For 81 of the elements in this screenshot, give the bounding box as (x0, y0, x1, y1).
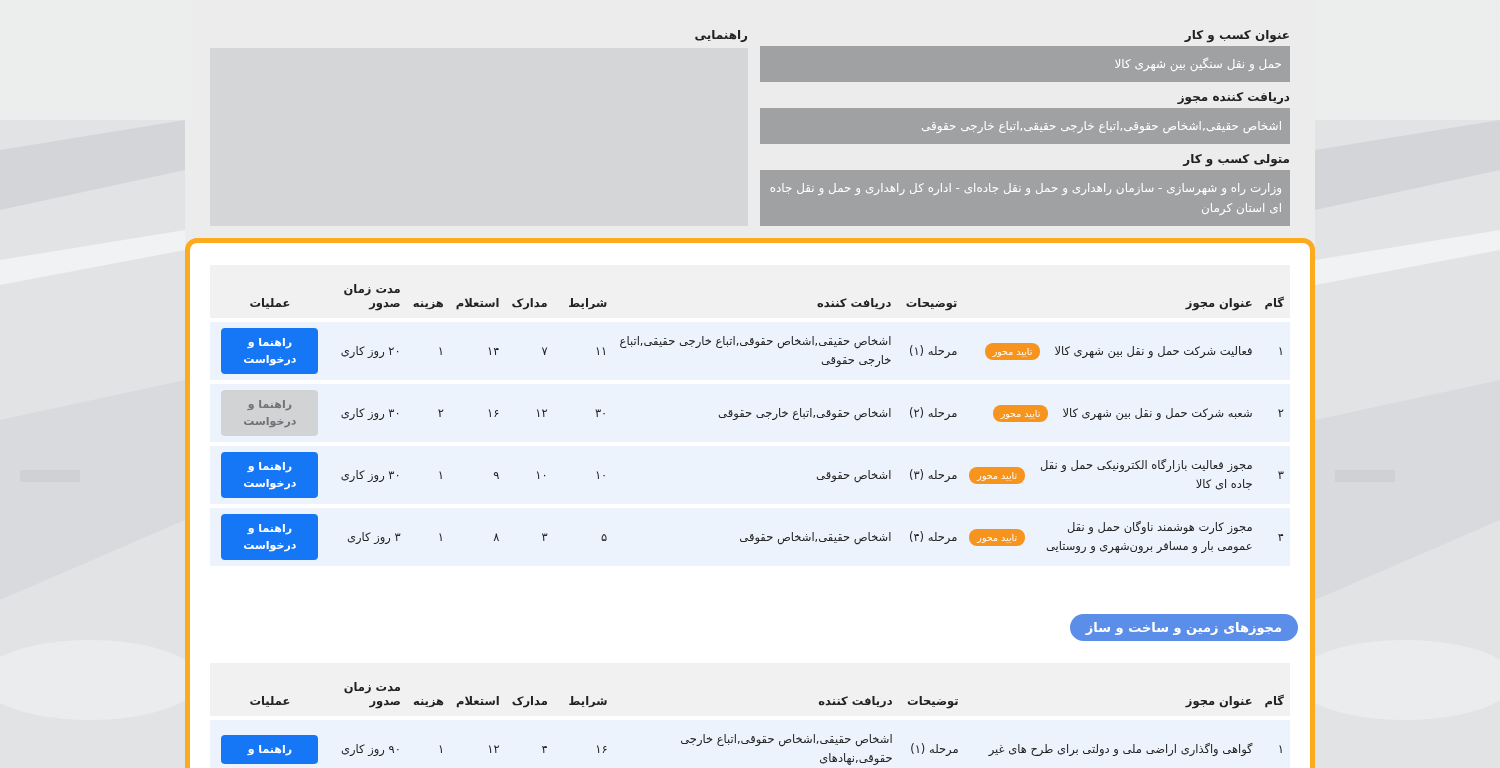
conditions-cell: ۱۰ (553, 446, 614, 504)
column-header: شرایط (553, 663, 614, 716)
step-cell: ۴ (1258, 508, 1290, 566)
conditions-cell: ۱۱ (553, 322, 614, 380)
step-cell: ۱ (1258, 720, 1290, 768)
description-cell: مرحله (۲) (897, 384, 964, 442)
recipient-cell: اشخاص حقیقی,اشخاص حقوقی,اتباع خارجی حقیقی,اتباع خارجی حقوقی (613, 322, 898, 380)
guide-request-button[interactable]: راهنما و درخواست (221, 452, 319, 498)
column-header: گام (1258, 265, 1290, 318)
inquiries-cell: ۱۴ (449, 322, 506, 380)
recipient-cell: اشخاص حقیقی,اشخاص حقوقی,اتباع خارجی حقوقی,نهادهای (613, 720, 899, 768)
field-label: دریافت کننده مجوز (1176, 89, 1290, 104)
cost-cell: ۱ (406, 720, 451, 768)
cost-cell: ۱ (406, 322, 450, 380)
column-header: مدت زمان صدور (329, 663, 407, 716)
approval-badge: تایید محور (969, 528, 1026, 546)
duration-cell: ۲۰ روز کاری (329, 322, 407, 380)
column-header: استعلام (449, 265, 506, 318)
column-header: عملیات (210, 265, 330, 318)
inquiries-cell: ۹ (449, 446, 506, 504)
guide-request-button[interactable]: راهنما و درخواست (221, 514, 319, 560)
cost-cell: ۱ (406, 508, 450, 566)
conditions-cell: ۳۰ (553, 384, 614, 442)
recipient-cell: اشخاص حقوقی (613, 446, 898, 504)
documents-cell: ۴ (505, 720, 554, 768)
license-title: مجوز فعالیت بازارگاه الکترونیکی حمل و نقل جاده ای کالا (1039, 457, 1253, 493)
column-header: مدارک (505, 265, 554, 318)
documents-cell: ۱۰ (505, 446, 554, 504)
description-cell: مرحله (۱) (898, 720, 965, 768)
step-cell: ۳ (1258, 446, 1290, 504)
documents-cell: ۱۲ (505, 384, 554, 442)
license-title: مجوز کارت هوشمند ناوگان حمل و نقل عمومی بار و مسافر برون‌شهری و روستایی (1044, 519, 1253, 555)
documents-cell: ۷ (505, 322, 554, 380)
field-label: متولی کسب و کار (1181, 151, 1290, 166)
conditions-cell: ۱۶ (553, 720, 614, 768)
field-value: اشخاص حقیقی,اشخاص حقوقی,اتباع خارجی حقیقی,اتباع خارجی حقوقی (760, 108, 1290, 144)
field-value: وزارت راه و شهرسازی - سازمان راهداری و حمل و نقل جاده‌ای - اداره کل راهداری و حمل و نقل جاده ای استان کرمان (760, 170, 1290, 226)
column-header: مدت زمان صدور (329, 265, 407, 318)
column-header: گام (1258, 663, 1290, 716)
duration-cell: ۹۰ روز کاری (329, 720, 407, 768)
documents-cell: ۳ (505, 508, 554, 566)
column-header: استعلام (450, 663, 506, 716)
step-cell: ۱ (1258, 322, 1290, 380)
inquiries-cell: ۱۶ (449, 384, 506, 442)
column-header: دریافت کننده (613, 265, 898, 318)
duration-cell: ۳۰ روز کاری (329, 384, 407, 442)
guide-request-button[interactable]: راهنما و (221, 734, 319, 764)
column-header: هزینه (406, 663, 451, 716)
duration-cell: ۳۰ روز کاری (329, 446, 407, 504)
column-header: شرایط (553, 265, 614, 318)
description-cell: مرحله (۴) (897, 508, 964, 566)
description-cell: مرحله (۱) (897, 322, 964, 380)
step-cell: ۲ (1258, 384, 1290, 442)
section-button[interactable]: مجوزهای زمین و ساخت و ساز (1069, 614, 1298, 641)
conditions-cell: ۵ (553, 508, 614, 566)
column-header: مدارک (505, 663, 554, 716)
column-header: عملیات (210, 663, 330, 716)
inquiries-cell: ۱۲ (450, 720, 506, 768)
column-header: عنوان مجوز (964, 663, 1259, 716)
approval-badge: تایید محور (992, 404, 1049, 422)
approval-badge: تایید محور (969, 466, 1026, 484)
recipient-cell: اشخاص حقوقی,اتباع خارجی حقوقی (613, 384, 898, 442)
column-header: دریافت کننده (613, 663, 899, 716)
column-header: توضیحات (898, 663, 965, 716)
cost-cell: ۱ (406, 446, 450, 504)
cost-cell: ۲ (406, 384, 450, 442)
inquiries-cell: ۸ (449, 508, 506, 566)
guide-request-button[interactable]: راهنما و درخواست (221, 328, 319, 374)
license-title: شعبه شرکت حمل و نقل بین شهری کالا (1062, 404, 1253, 422)
guide-label: راهنمایی (693, 27, 748, 42)
column-header: عنوان مجوز (963, 265, 1259, 318)
approval-badge: تایید محور (984, 342, 1041, 360)
column-header: هزینه (406, 265, 450, 318)
duration-cell: ۳ روز کاری (329, 508, 407, 566)
license-title: گواهی واگذاری اراضی ملی و دولتی برای طرح های غیر (988, 740, 1253, 758)
field-label: عنوان کسب و کار (1183, 27, 1290, 42)
column-header: توضیحات (897, 265, 964, 318)
license-title: فعالیت شرکت حمل و نقل بین شهری کالا (1054, 342, 1253, 360)
description-cell: مرحله (۳) (897, 446, 964, 504)
field-value: حمل و نقل سنگین بین شهری کالا (760, 46, 1290, 82)
recipient-cell: اشخاص حقیقی,اشخاص حقوقی (613, 508, 898, 566)
